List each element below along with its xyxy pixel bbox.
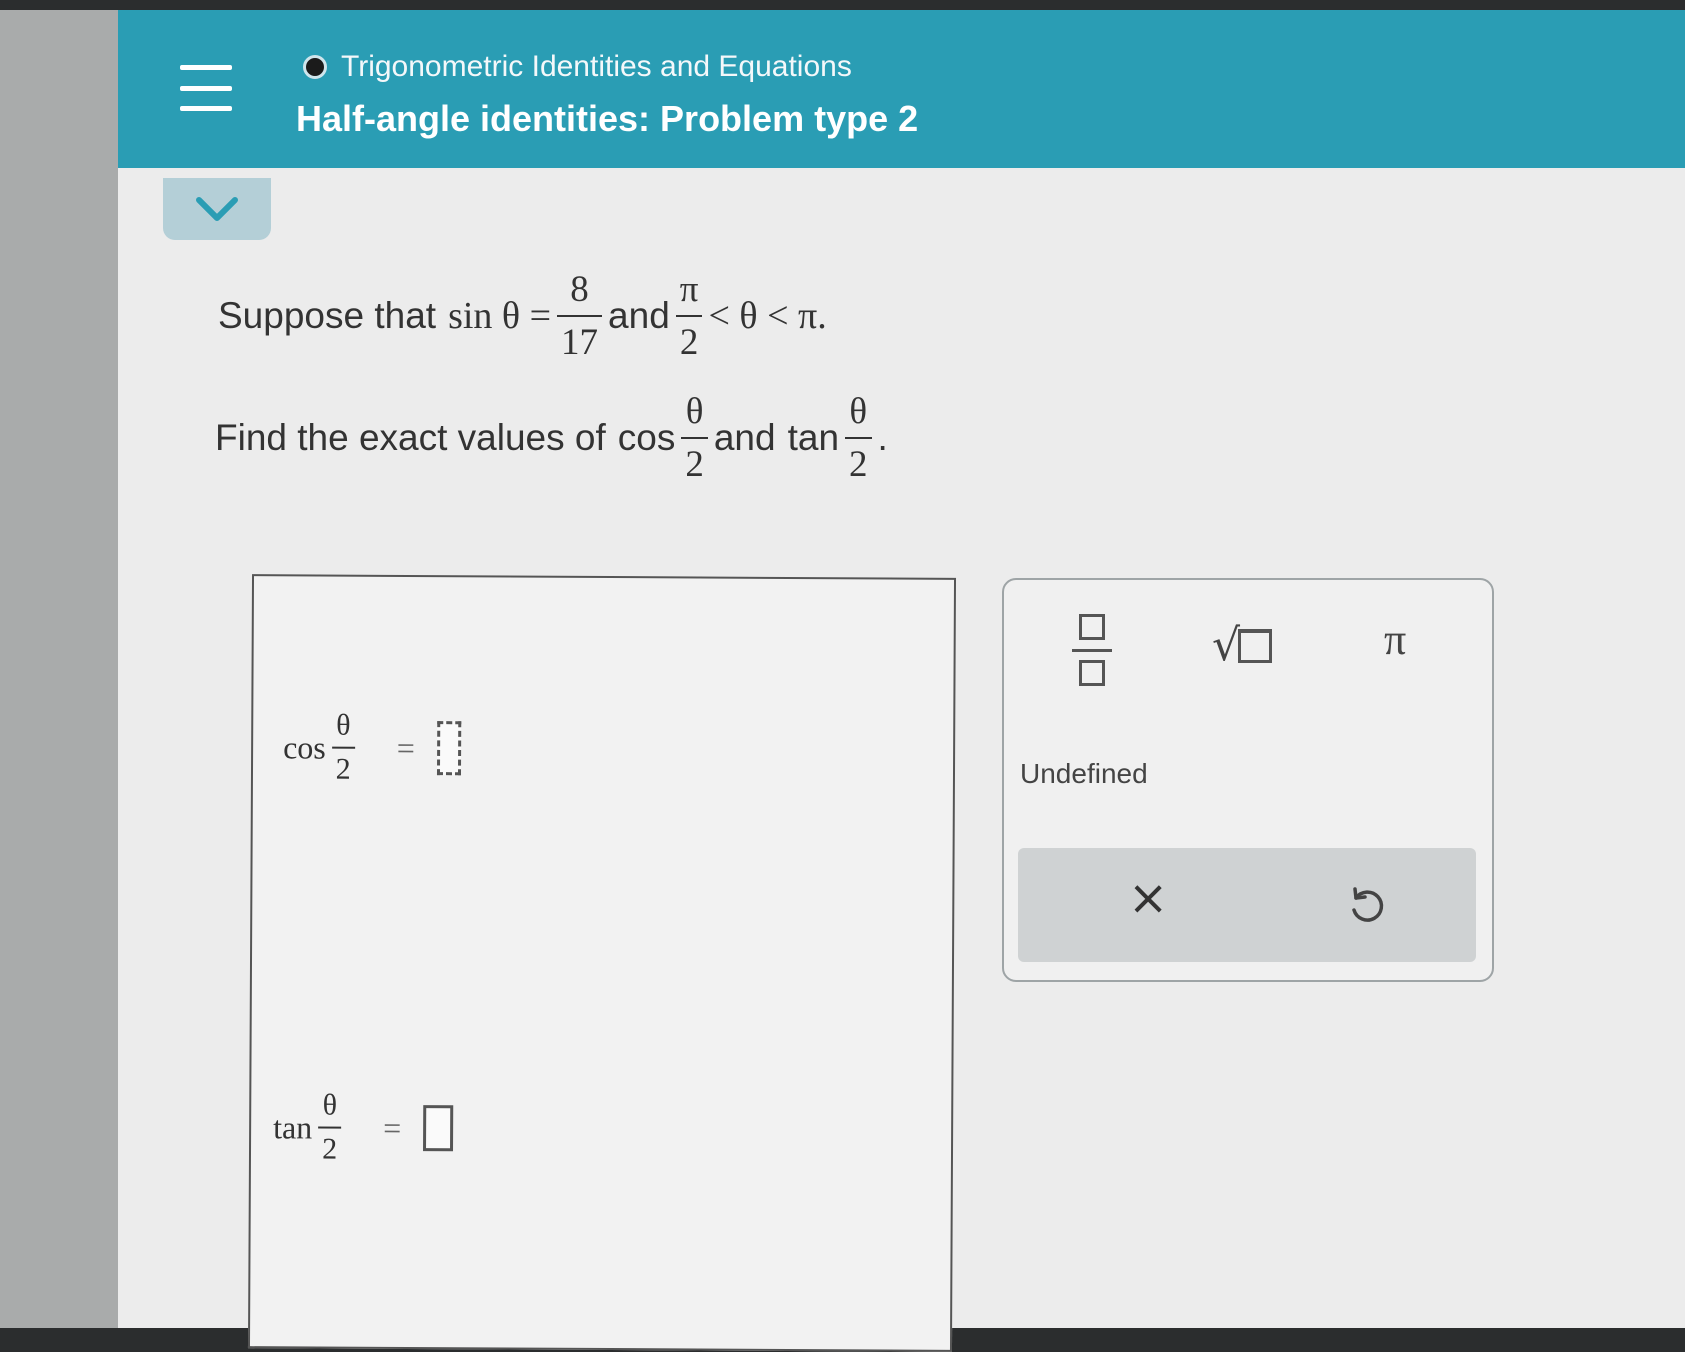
tan-text: tan	[787, 417, 840, 458]
chevron-down-icon	[196, 197, 238, 221]
fraction-denominator: 2	[681, 437, 708, 486]
fraction-button[interactable]	[1072, 614, 1112, 686]
sqrt-button[interactable]: √	[1212, 620, 1273, 671]
period: .	[877, 417, 888, 458]
fraction-denominator: 2	[675, 315, 703, 364]
screen: Trigonometric Identities and Equations H…	[0, 10, 1685, 1352]
fraction-numerator: θ	[336, 708, 351, 742]
pi-button[interactable]: π	[1384, 614, 1406, 665]
fraction-theta-2: θ 2	[331, 708, 355, 787]
fraction-numerator: θ	[322, 1088, 338, 1122]
sin-expression: sin θ =	[448, 295, 552, 337]
fraction-theta-2: θ 2	[845, 390, 872, 486]
inequality: < θ < π.	[708, 295, 827, 337]
find-text: Find the exact values of	[215, 417, 606, 458]
problem-line-2: Find the exact values of cos θ 2 and tan…	[215, 390, 888, 486]
cos-label: cos	[283, 728, 326, 766]
fraction-theta-2: θ 2	[681, 390, 708, 486]
clear-button[interactable]: ×	[1128, 870, 1168, 926]
and-text: and	[713, 417, 776, 458]
problem-line-1: Suppose that sin θ = 8 17 and π 2 < θ < …	[218, 268, 827, 364]
fraction-denominator: 17	[557, 315, 603, 364]
fraction-8-17: 8 17	[557, 268, 603, 364]
fraction-pi-2: π 2	[675, 268, 703, 364]
fraction-numerator: 8	[570, 269, 589, 310]
cos-answer-input[interactable]	[436, 721, 461, 776]
header-bar: Trigonometric Identities and Equations H…	[118, 10, 1685, 168]
and-text: and	[608, 295, 670, 336]
equals-sign: =	[396, 729, 415, 766]
undo-icon[interactable]	[1344, 884, 1388, 928]
fraction-theta-2: θ 2	[318, 1088, 342, 1167]
suppose-text: Suppose that	[218, 295, 437, 336]
cos-text: cos	[617, 417, 676, 458]
action-bar: ×	[1018, 848, 1476, 962]
math-palette: √ π Undefined ×	[1002, 578, 1494, 982]
fraction-numerator: θ	[849, 391, 868, 432]
radicand-box-icon	[1238, 628, 1273, 663]
denominator-box-icon	[1079, 660, 1105, 686]
topic-title: Trigonometric Identities and Equations	[341, 50, 852, 83]
tan-answer-input[interactable]	[423, 1105, 454, 1152]
numerator-box-icon	[1079, 614, 1105, 640]
topic-line: Trigonometric Identities and Equations	[303, 50, 852, 84]
undefined-button[interactable]: Undefined	[1020, 758, 1148, 790]
equals-sign: =	[383, 1109, 402, 1146]
tan-answer-row: tan θ 2 =	[273, 1088, 454, 1167]
radical-icon: √	[1212, 620, 1241, 671]
fraction-bar-icon	[1072, 648, 1112, 652]
fraction-numerator: π	[679, 269, 699, 310]
fraction-denominator: 2	[318, 1126, 342, 1167]
collapse-toggle[interactable]	[163, 178, 271, 240]
left-bezel	[0, 10, 118, 1328]
cos-answer-row: cos θ 2 =	[283, 708, 461, 787]
answer-area: cos θ 2 = tan θ 2 =	[247, 574, 957, 1352]
problem-title: Half-angle identities: Problem type 2	[296, 98, 919, 139]
fraction-denominator: 2	[331, 746, 355, 787]
fraction-numerator: θ	[685, 391, 704, 432]
fraction-denominator: 2	[845, 437, 872, 486]
tan-label: tan	[273, 1108, 313, 1145]
progress-dot-icon	[303, 55, 327, 79]
menu-icon[interactable]	[180, 65, 232, 111]
